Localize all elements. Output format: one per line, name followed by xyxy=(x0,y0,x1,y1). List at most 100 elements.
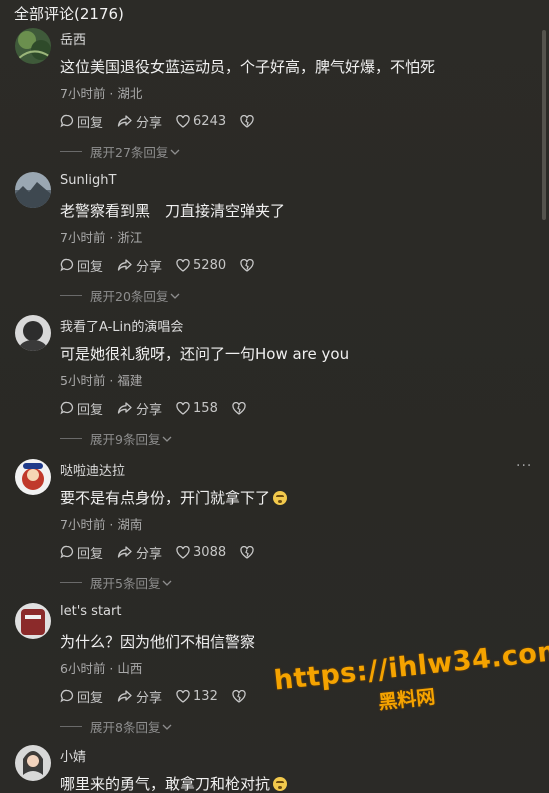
share-button[interactable]: 分享 xyxy=(117,112,162,131)
comment-meta: 6小时前 · 山西 xyxy=(60,661,143,676)
share-button[interactable]: 分享 xyxy=(117,543,162,562)
heart-icon xyxy=(176,401,190,415)
broken-heart-icon xyxy=(232,401,246,415)
username[interactable]: 哒啦迪达拉 xyxy=(60,460,125,479)
like-button[interactable]: 132 xyxy=(176,689,218,704)
comment-text: 老警察看到黑 刀直接清空弹夹了 xyxy=(60,202,286,220)
expand-replies[interactable]: 展开5条回复 xyxy=(60,573,172,592)
divider xyxy=(60,295,82,296)
chevron-down-icon xyxy=(162,436,172,442)
broken-heart-icon xyxy=(240,545,254,559)
username[interactable]: SunlighT xyxy=(60,173,116,188)
avatar[interactable] xyxy=(15,172,51,208)
reply-label: 回复 xyxy=(77,115,104,131)
dislike-button[interactable] xyxy=(240,545,257,559)
expand-replies[interactable]: 展开20条回复 xyxy=(60,286,180,305)
reply-label: 回复 xyxy=(77,259,104,275)
comment-actions: 回复 分享 5280 xyxy=(60,256,271,275)
dislike-button[interactable] xyxy=(232,401,249,415)
comment-text: 这位美国退役女蓝运动员，个子好高，脾气好爆，不怕死 xyxy=(60,58,436,76)
comment-actions: 回复 分享 6243 xyxy=(60,112,271,131)
reply-icon xyxy=(60,258,74,272)
like-count: 5280 xyxy=(193,257,227,273)
replies-label: 展开27条回复 xyxy=(90,145,169,160)
divider xyxy=(60,438,82,439)
reply-icon xyxy=(60,545,74,559)
comment-item: SunlighT 老警察看到黑 刀直接清空弹夹了 7小时前 · 浙江 回复 分享… xyxy=(0,172,549,315)
share-button[interactable]: 分享 xyxy=(117,687,162,706)
avatar[interactable] xyxy=(15,745,51,781)
reply-icon xyxy=(60,401,74,415)
avatar[interactable] xyxy=(15,28,51,64)
like-count: 158 xyxy=(193,400,218,416)
reply-icon xyxy=(60,689,74,703)
dislike-button[interactable] xyxy=(240,114,257,128)
broken-heart-icon xyxy=(240,258,254,272)
share-icon xyxy=(117,115,132,127)
broken-heart-icon xyxy=(240,114,254,128)
expand-replies[interactable]: 展开8条回复 xyxy=(60,717,172,736)
comments-header: 全部评论(2176) xyxy=(14,5,124,23)
reply-button[interactable]: 回复 xyxy=(60,687,103,706)
share-button[interactable]: 分享 xyxy=(117,399,162,418)
divider xyxy=(60,582,82,583)
reply-icon xyxy=(60,114,74,128)
like-count: 132 xyxy=(193,688,218,704)
replies-label: 展开5条回复 xyxy=(90,576,161,591)
comment-meta: 7小时前 · 湖南 xyxy=(60,517,143,532)
reply-button[interactable]: 回复 xyxy=(60,543,103,562)
comment-item: 我看了A-Lin的演唱会 可是她很礼貌呀，还问了一句How are you 5小… xyxy=(0,315,549,458)
like-button[interactable]: 3088 xyxy=(176,545,226,560)
divider xyxy=(60,726,82,727)
chevron-down-icon xyxy=(170,149,180,155)
comment-meta: 5小时前 · 福建 xyxy=(60,373,143,388)
username[interactable]: 小婧 xyxy=(60,746,86,765)
chevron-down-icon xyxy=(170,293,180,299)
share-label: 分享 xyxy=(136,259,163,275)
comment-actions: 回复 分享 158 xyxy=(60,399,263,418)
username[interactable]: 岳西 xyxy=(60,29,86,48)
replies-label: 展开20条回复 xyxy=(90,289,169,304)
avatar[interactable] xyxy=(15,603,51,639)
comment-item: 岳西 这位美国退役女蓝运动员，个子好高，脾气好爆，不怕死 7小时前 · 湖北 回… xyxy=(0,28,549,171)
comment-text: 为什么？因为他们不相信警察 xyxy=(60,633,256,651)
reply-button[interactable]: 回复 xyxy=(60,399,103,418)
dislike-button[interactable] xyxy=(232,689,249,703)
like-count: 6243 xyxy=(193,113,227,129)
reply-button[interactable]: 回复 xyxy=(60,256,103,275)
share-label: 分享 xyxy=(136,115,163,131)
divider xyxy=(60,151,82,152)
avatar[interactable] xyxy=(15,315,51,351)
more-options-icon[interactable]: ··· xyxy=(516,458,532,474)
avatar[interactable] xyxy=(15,459,51,495)
comment-text: 哪里来的勇气，敢拿刀和枪对抗 xyxy=(60,773,288,793)
reply-label: 回复 xyxy=(77,402,104,418)
broken-heart-icon xyxy=(232,689,246,703)
share-label: 分享 xyxy=(136,402,163,418)
share-icon xyxy=(117,546,132,558)
expand-replies[interactable]: 展开9条回复 xyxy=(60,429,172,448)
like-button[interactable]: 5280 xyxy=(176,258,226,273)
comment-text-content: 哪里来的勇气，敢拿刀和枪对抗 xyxy=(60,775,271,793)
grimace-emoji-icon xyxy=(273,777,288,791)
dislike-button[interactable] xyxy=(240,258,257,272)
grimace-emoji-icon xyxy=(273,491,288,505)
reply-button[interactable]: 回复 xyxy=(60,112,103,131)
share-button[interactable]: 分享 xyxy=(117,256,162,275)
expand-replies[interactable]: 展开27条回复 xyxy=(60,142,180,161)
username[interactable]: let's start xyxy=(60,604,121,619)
comment-text-content: 要不是有点身份，开门就拿下了 xyxy=(60,489,271,507)
share-icon xyxy=(117,690,132,702)
chevron-down-icon xyxy=(162,724,172,730)
comment-item: 小婧 哪里来的勇气，敢拿刀和枪对抗 xyxy=(0,745,549,793)
share-label: 分享 xyxy=(136,546,163,562)
like-button[interactable]: 6243 xyxy=(176,114,226,129)
like-count: 3088 xyxy=(193,544,227,560)
comment-meta: 7小时前 · 湖北 xyxy=(60,86,143,101)
heart-icon xyxy=(176,114,190,128)
like-button[interactable]: 158 xyxy=(176,401,218,416)
username[interactable]: 我看了A-Lin的演唱会 xyxy=(60,316,183,335)
comment-text: 可是她很礼貌呀，还问了一句How are you xyxy=(60,345,350,363)
comment-actions: 回复 分享 3088 xyxy=(60,543,271,562)
share-icon xyxy=(117,259,132,271)
